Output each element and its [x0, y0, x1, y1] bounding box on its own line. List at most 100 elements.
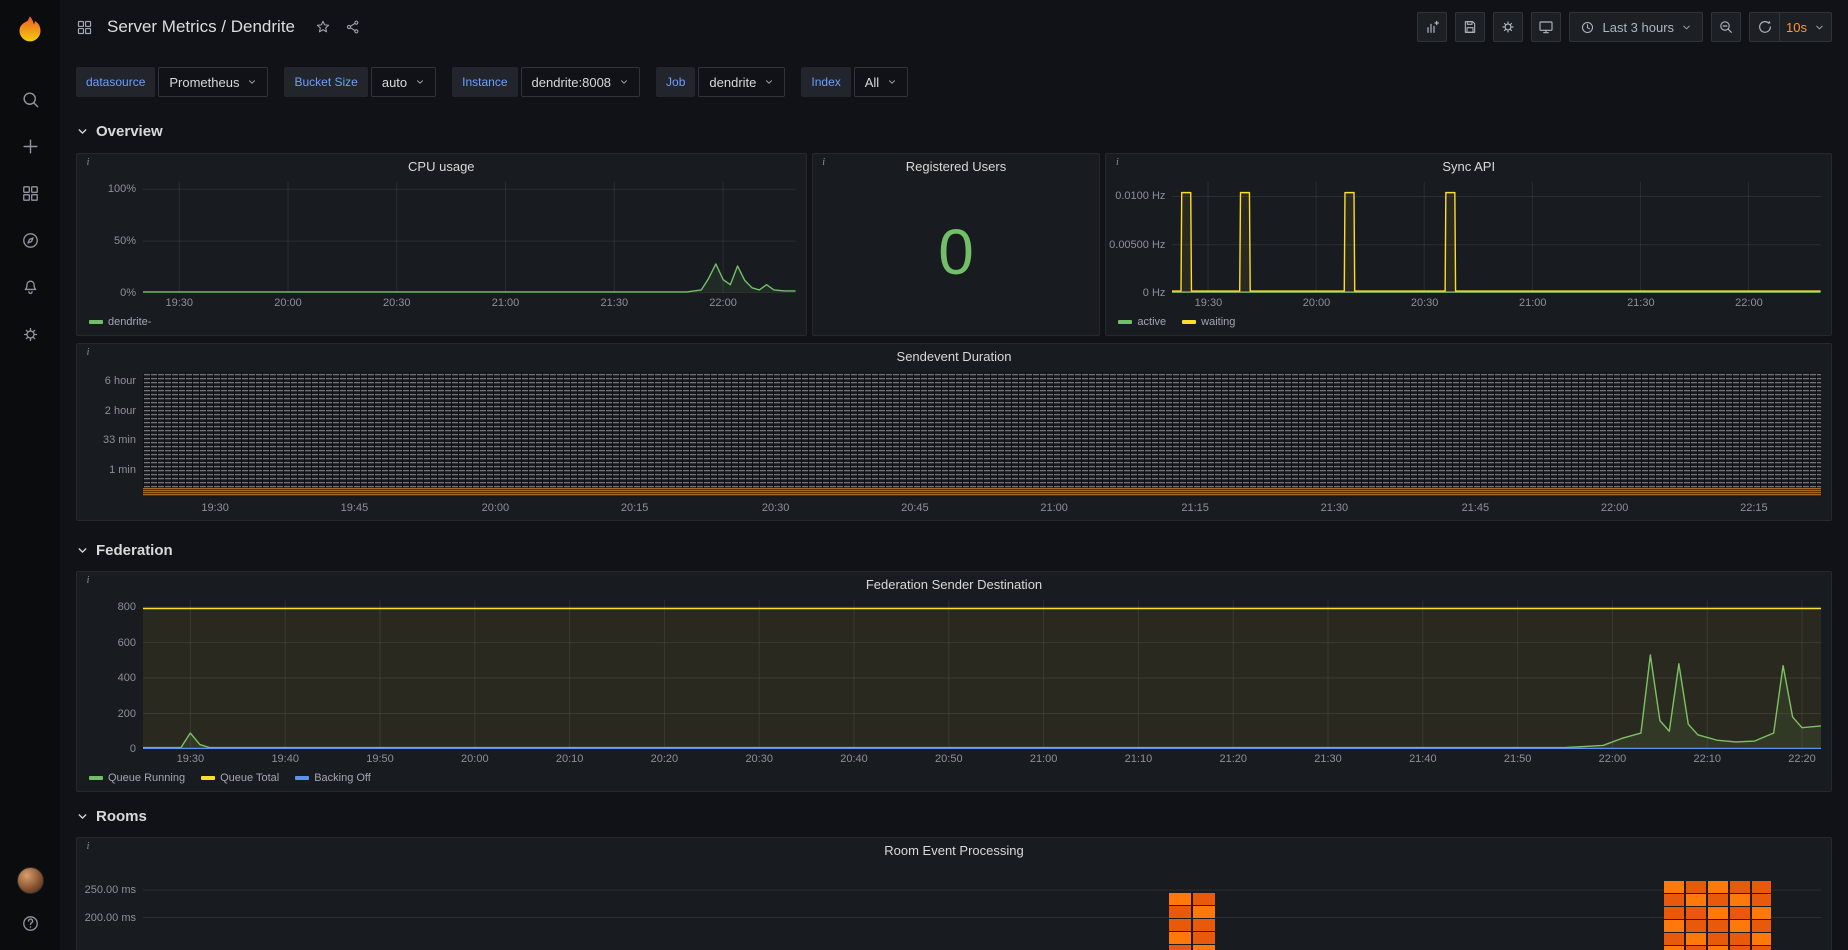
legend-item-queue-running[interactable]: Queue Running [89, 772, 185, 784]
heatmap-cell [1686, 894, 1706, 906]
x-axis-tick: 20:30 [761, 502, 790, 514]
legend-swatch [1182, 320, 1197, 324]
variable-value-dropdown[interactable]: dendrite:8008 [520, 67, 641, 97]
panel-info-icon[interactable]: i [81, 345, 95, 359]
panel-title[interactable]: Sync API [1106, 154, 1831, 180]
x-axis-tick: 21:15 [1181, 502, 1209, 514]
y-axis-tick: 6 hour [104, 375, 136, 388]
x-axis-tick: 21:30 [600, 297, 629, 309]
panel-sendevent-duration: i Sendevent Duration 6 hour 2 hour 33 min 1… [76, 343, 1832, 521]
y-axis-tick: 2 hour [104, 404, 136, 417]
panel-registered-users: i Registered Users 0 [811, 153, 1101, 336]
heatmap-cell [1751, 881, 1772, 893]
heatmap-cell [1193, 945, 1215, 950]
plot-area[interactable] [143, 600, 1821, 749]
refresh-interval-picker[interactable]: 10s [1779, 12, 1832, 42]
variable-value-dropdown[interactable]: Prometheus [158, 67, 269, 97]
variable-value-dropdown[interactable]: All [853, 67, 909, 97]
y-axis-tick: 100% [107, 183, 136, 196]
variable-value: All [864, 74, 880, 90]
search-icon[interactable] [19, 88, 41, 110]
share-icon[interactable] [343, 17, 363, 37]
legend-item-queue-total[interactable]: Queue Total [201, 772, 279, 784]
x-axis-tick: 20:30 [1410, 297, 1439, 309]
legend-item-backing-off[interactable]: Backing Off [295, 772, 371, 784]
user-avatar[interactable] [16, 867, 44, 894]
heatmap-cell [1729, 894, 1750, 906]
panel-title[interactable]: CPU usage [77, 154, 806, 180]
chevron-down-icon [1814, 22, 1825, 33]
heatmap-cell [1751, 907, 1772, 919]
x-axis-tick: 21:00 [1040, 502, 1068, 514]
x-axis-tick: 20:20 [650, 753, 679, 765]
x-axis-tick: 21:30 [1320, 502, 1349, 514]
plot-area[interactable] [1172, 182, 1821, 293]
heatmap-cell [1751, 933, 1772, 945]
tv-view-button[interactable] [1531, 12, 1562, 42]
stat-value: 0 [938, 215, 974, 288]
heatmap-cell [1729, 946, 1750, 950]
plot-area[interactable] [143, 866, 1821, 950]
panel-title[interactable]: Registered Users [813, 154, 1100, 180]
heatmap-cell [1686, 907, 1706, 919]
heatmap-cell [1193, 932, 1215, 944]
create-plus-icon[interactable] [19, 135, 41, 157]
dashboards-icon[interactable] [19, 182, 41, 204]
explore-compass-icon[interactable] [19, 229, 41, 251]
x-axis-tick: 21:50 [1503, 753, 1532, 765]
x-axis-tick: 19:30 [165, 297, 194, 309]
y-axis-labels: 0 Hz 0.00500 Hz 0.0100 Hz [1109, 182, 1172, 299]
variable-label: Instance [452, 67, 518, 97]
row-rooms[interactable]: Rooms [76, 803, 1832, 829]
panel-info-icon[interactable]: i [81, 155, 95, 169]
legend-item-dendrite-[interactable]: dendrite- [89, 316, 151, 328]
heatmap-cell [1664, 933, 1685, 945]
panel-info-icon[interactable]: i [81, 573, 95, 587]
heatmap-cell [1664, 907, 1685, 919]
zoom-out-button[interactable] [1711, 12, 1742, 42]
alerting-bell-icon[interactable] [19, 276, 41, 298]
x-axis-tick: 19:50 [366, 753, 394, 765]
help-icon[interactable] [19, 912, 41, 934]
row-federation[interactable]: Federation [76, 537, 1832, 563]
dashboard-settings-button[interactable] [1493, 12, 1524, 42]
x-axis-labels: 19:30 19:40 19:50 20:00 20:10 20:20 20:30 20:40… [143, 749, 1821, 767]
add-panel-button[interactable] [1417, 12, 1448, 42]
variable-bar: datasource Prometheus Bucket Size auto I… [60, 54, 1848, 110]
panel-title[interactable]: Federation Sender Destination [77, 572, 1831, 598]
x-axis-tick: 22:20 [1788, 753, 1816, 765]
plot-area[interactable] [143, 372, 1821, 498]
heatmap-cell [1751, 946, 1772, 950]
y-axis-tick: 800 [117, 601, 136, 614]
panel-info-icon[interactable]: i [1110, 155, 1124, 169]
dashboard-grid-icon[interactable] [74, 17, 95, 38]
star-icon[interactable] [313, 17, 333, 37]
panel-title[interactable]: Sendevent Duration [77, 344, 1831, 370]
save-dashboard-button[interactable] [1455, 12, 1486, 42]
time-range-picker[interactable]: Last 3 hours [1569, 12, 1704, 42]
panel-info-icon[interactable]: i [817, 155, 831, 169]
y-axis-labels: 6 hour 2 hour 33 min 1 min [81, 372, 143, 498]
legend-item-active[interactable]: active [1118, 316, 1166, 328]
legend-item-waiting[interactable]: waiting [1182, 316, 1235, 328]
panel-title[interactable]: Room Event Processing [77, 838, 1831, 864]
x-axis-tick: 22:00 [1598, 753, 1627, 765]
heatmap-cell [1729, 920, 1750, 932]
panel-info-icon[interactable]: i [81, 839, 95, 853]
refresh-button[interactable] [1749, 12, 1780, 42]
heatmap-cell [1169, 919, 1192, 931]
plot-area[interactable] [143, 182, 796, 293]
configuration-gear-icon[interactable] [19, 323, 41, 345]
row-overview[interactable]: Overview [76, 118, 1832, 144]
grafana-logo[interactable] [13, 12, 47, 46]
variable-value-dropdown[interactable]: auto [370, 67, 437, 97]
variable-label: Bucket Size [284, 67, 368, 97]
variable-value-dropdown[interactable]: dendrite [698, 67, 786, 97]
row-title: Overview [96, 122, 163, 140]
heatmap-cell [1707, 920, 1728, 932]
overview-panel-row: i CPU usage 0% 50% 100% 19:30 20:00 20:30 21:… [76, 153, 1832, 336]
variable-index: Index All [801, 67, 909, 97]
refresh-interval-label: 10s [1786, 19, 1807, 35]
row-title: Federation [96, 541, 173, 559]
chevron-down-icon [619, 77, 629, 87]
